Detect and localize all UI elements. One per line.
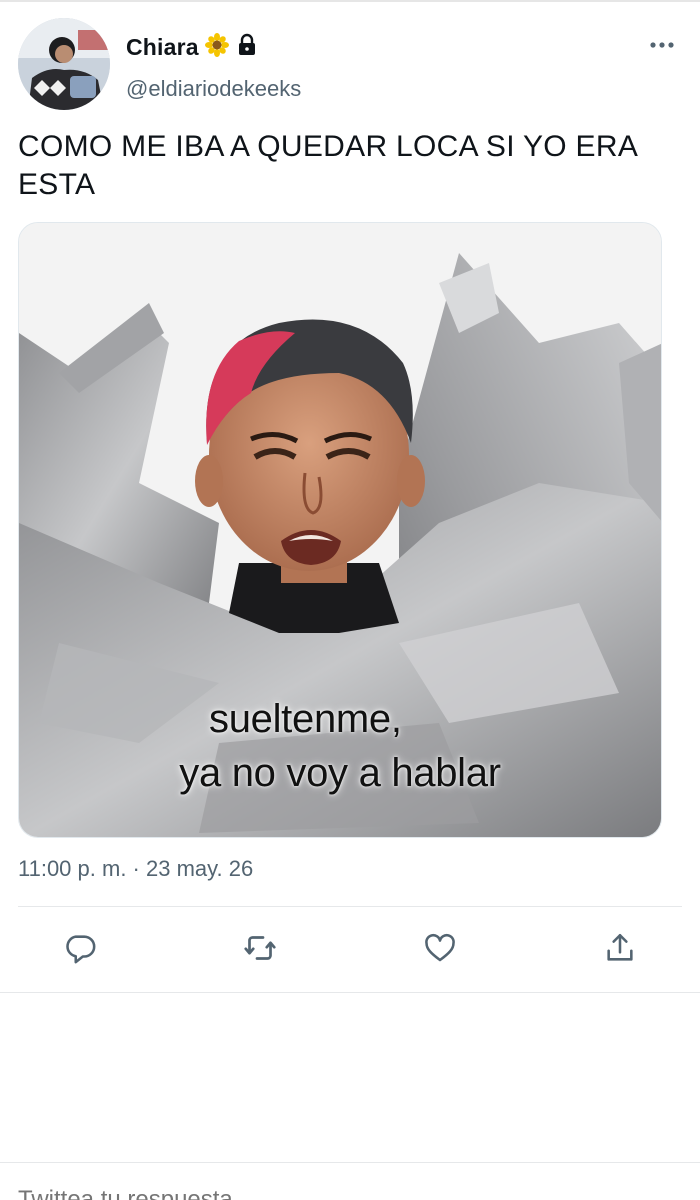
tweet-detail-page: Chiara @eldiariodekeeks COMO ME IBA A QU… — [0, 0, 700, 1200]
user-handle[interactable]: @eldiariodekeeks — [126, 76, 301, 102]
divider — [0, 1162, 700, 1163]
tweet-text: COMO ME IBA A QUEDAR LOCA SI YO ERA ESTA — [18, 130, 637, 201]
like-button[interactable] — [420, 928, 460, 968]
more-options-button[interactable] — [640, 28, 684, 62]
display-name[interactable]: Chiara — [126, 34, 199, 61]
avatar[interactable] — [18, 18, 110, 110]
sunflower-icon — [204, 32, 229, 62]
meme-caption-line2: ya no voy a hablar — [179, 751, 501, 795]
heart-icon — [425, 933, 455, 962]
more-dots-icon — [650, 42, 674, 48]
reply-input[interactable] — [18, 1186, 678, 1200]
avatar-image — [18, 18, 110, 110]
tweet-media-image[interactable]: sueltenme, ya no voy a hablar — [18, 222, 662, 838]
retweet-button[interactable] — [240, 928, 280, 968]
share-icon — [607, 933, 633, 961]
name-row: Chiara — [126, 30, 259, 64]
share-button[interactable] — [600, 928, 640, 968]
reply-icon — [66, 935, 96, 964]
reply-button[interactable] — [60, 928, 100, 968]
top-border — [0, 0, 700, 2]
retweet-icon — [244, 936, 276, 960]
lock-icon — [235, 33, 259, 62]
meme-photo — [19, 223, 661, 837]
tweet-timestamp[interactable]: 11:00 p. m. · 23 may. 26 — [18, 856, 253, 882]
meme-caption-line1: sueltenme, — [209, 697, 402, 741]
divider — [0, 992, 700, 993]
divider — [18, 906, 682, 907]
